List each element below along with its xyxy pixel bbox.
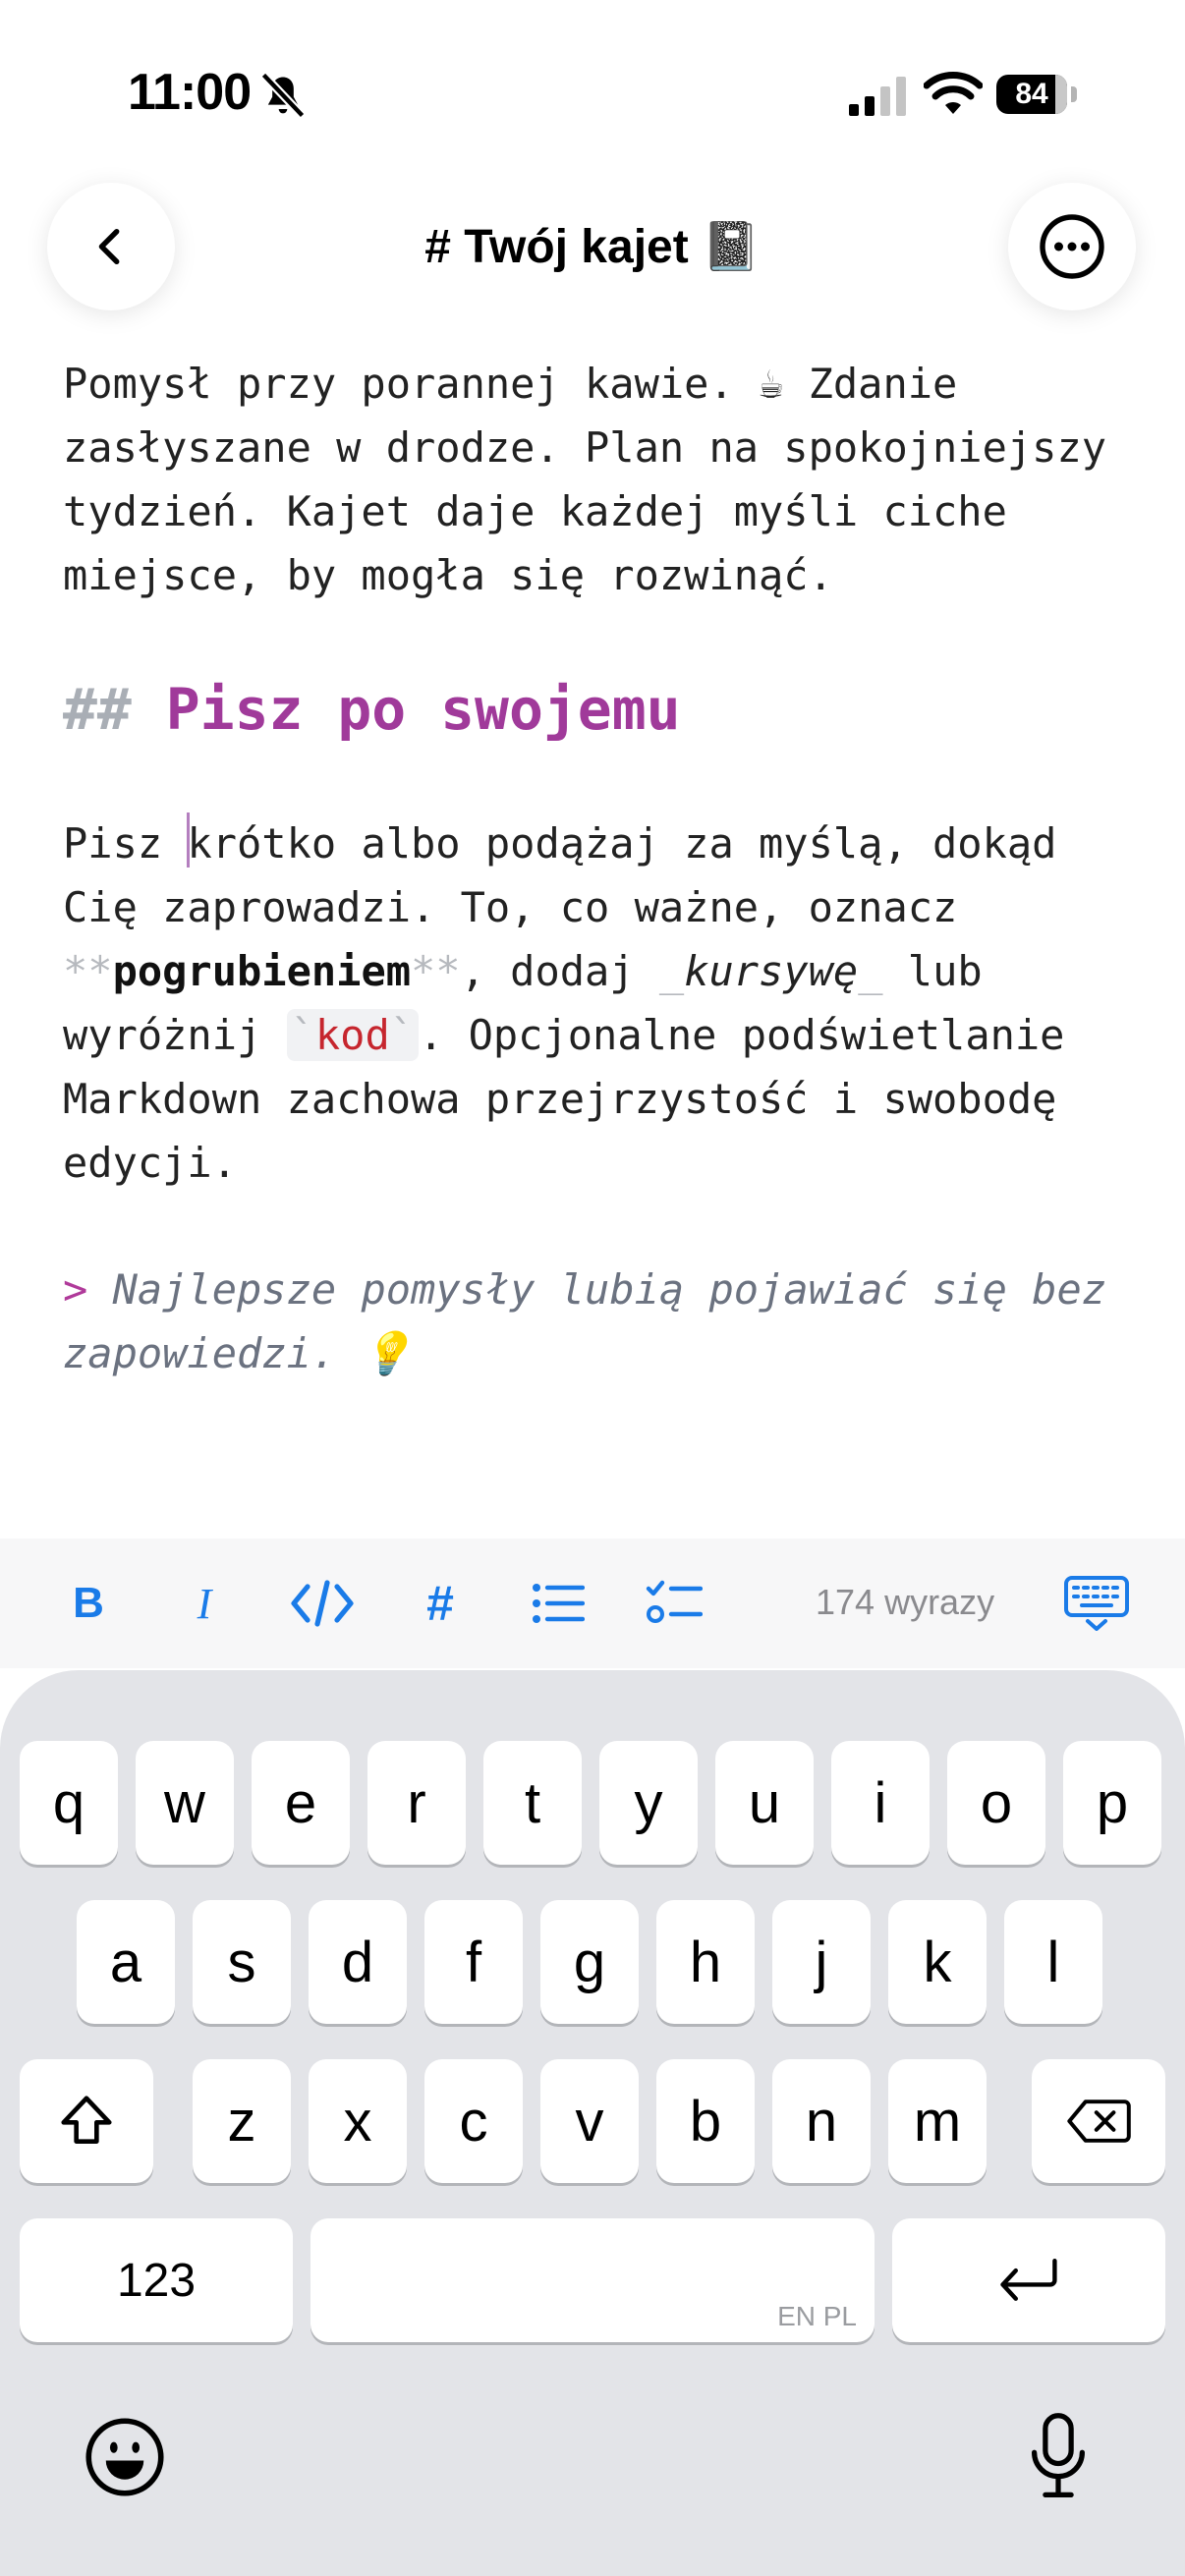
bold-marker-close: ** <box>411 947 461 995</box>
keyboard-languages: EN PL <box>777 2301 857 2331</box>
bold-text: **pogrubieniem** <box>63 947 461 995</box>
space-bar[interactable]: EN PL <box>310 2218 875 2342</box>
silent-bell-icon <box>260 72 306 119</box>
key-q[interactable]: q <box>20 1741 118 1865</box>
key-o[interactable]: o <box>947 1741 1045 1865</box>
key-e[interactable]: e <box>252 1741 350 1865</box>
bold-word: pogrubieniem <box>112 947 412 995</box>
wifi-icon <box>924 72 983 114</box>
key-b[interactable]: b <box>656 2059 755 2183</box>
key-w[interactable]: w <box>136 1741 234 1865</box>
heading-label: # <box>426 1576 454 1631</box>
body-text-start: Pisz <box>63 819 188 868</box>
quote-marker: > <box>63 1265 88 1314</box>
key-p[interactable]: p <box>1063 1741 1161 1865</box>
bullet-list-button[interactable] <box>523 1568 593 1639</box>
shift-key[interactable] <box>20 2059 153 2183</box>
return-icon <box>1000 2259 1057 2301</box>
code-tick-open: ` <box>290 1011 315 1059</box>
key-n[interactable]: n <box>772 2059 871 2183</box>
battery-indicator: 84 <box>996 75 1077 114</box>
bullet-list-icon <box>533 1584 585 1623</box>
key-t[interactable]: t <box>483 1741 582 1865</box>
italic-text: _kursywę_ <box>659 947 883 995</box>
body-paragraph: Pisz krótko albo podążaj za myślą, dokąd… <box>63 812 1134 1195</box>
return-key[interactable] <box>892 2218 1165 2342</box>
word-count: 174 wyrazy <box>816 1582 995 1622</box>
chevron-left-icon <box>98 228 120 265</box>
italic-label: I <box>197 1579 212 1628</box>
section-heading: ## Pisz po swojemu <box>63 670 1134 749</box>
ellipsis-circle-icon <box>1040 214 1104 279</box>
key-v[interactable]: v <box>540 2059 639 2183</box>
dictation-button[interactable] <box>1014 2409 1102 2503</box>
quote-text: Najlepsze pomysły lubią pojawiać się bez… <box>63 1265 1107 1377</box>
heading-marker: ## <box>63 676 132 743</box>
body-text-b: , dodaj <box>460 947 659 995</box>
microphone-icon <box>1032 2413 1085 2497</box>
key-f[interactable]: f <box>424 1900 523 2024</box>
italic-word: kursywę <box>684 947 859 995</box>
backspace-icon <box>1067 2100 1131 2143</box>
italic-marker-open: _ <box>658 947 685 995</box>
status-bar: 11:00 84 <box>0 0 1185 187</box>
more-options-button[interactable] <box>1008 183 1136 310</box>
key-x[interactable]: x <box>309 2059 407 2183</box>
backspace-key[interactable] <box>1032 2059 1165 2183</box>
heading-text: Pisz po swojemu <box>165 676 681 743</box>
bold-button[interactable]: B <box>53 1568 124 1639</box>
key-k[interactable]: k <box>888 1900 987 2024</box>
key-c[interactable]: c <box>424 2059 523 2183</box>
heading-button[interactable]: # <box>405 1568 476 1639</box>
page-title: # Twój kajet 📓 <box>424 221 761 273</box>
key-u[interactable]: u <box>715 1741 814 1865</box>
checklist-button[interactable] <box>639 1568 709 1639</box>
emoji-icon <box>85 2418 164 2496</box>
key-j[interactable]: j <box>772 1900 871 2024</box>
key-s[interactable]: s <box>193 1900 291 2024</box>
key-i[interactable]: i <box>831 1741 930 1865</box>
key-a[interactable]: a <box>77 1900 175 2024</box>
checklist-icon <box>646 1580 703 1623</box>
italic-button[interactable]: I <box>169 1568 240 1639</box>
intro-paragraph: Pomysł przy porannej kawie. ☕ Zdanie zas… <box>63 360 1107 599</box>
shift-icon <box>61 2096 112 2144</box>
onscreen-keyboard: qwertyuiop asdfghjkl zxcvbnm 123 EN PL <box>0 1670 1185 2576</box>
key-l[interactable]: l <box>1004 1900 1102 2024</box>
cellular-signal-icon <box>849 77 906 116</box>
back-button[interactable] <box>47 183 175 310</box>
bold-marker-open: ** <box>63 947 113 995</box>
status-time: 11:00 <box>128 64 252 121</box>
code-tick-close: ` <box>389 1011 416 1059</box>
key-y[interactable]: y <box>599 1741 698 1865</box>
key-g[interactable]: g <box>540 1900 639 2024</box>
keyboard-dismiss-icon <box>1064 1576 1129 1631</box>
code-icon <box>291 1580 354 1627</box>
inline-code: `kod` <box>286 1009 420 1061</box>
key-r[interactable]: r <box>367 1741 466 1865</box>
key-d[interactable]: d <box>309 1900 407 2024</box>
numbers-key[interactable]: 123 <box>20 2218 293 2342</box>
bold-label: B <box>73 1579 104 1627</box>
blockquote: > Najlepsze pomysły lubią pojawiać się b… <box>63 1258 1134 1385</box>
code-button[interactable] <box>287 1568 358 1639</box>
hide-keyboard-button[interactable] <box>1061 1568 1132 1639</box>
italic-marker-close: _ <box>858 947 883 995</box>
key-z[interactable]: z <box>193 2059 291 2183</box>
battery-percent: 84 <box>1015 78 1048 110</box>
code-word: kod <box>314 1011 390 1059</box>
formatting-toolbar: B I # 174 wyrazy <box>0 1539 1185 1668</box>
markdown-editor[interactable]: Pomysł przy porannej kawie. ☕ Zdanie zas… <box>63 352 1134 1385</box>
body-text-a: krótko albo podążaj za myślą, dokąd Cię … <box>63 819 1057 931</box>
key-h[interactable]: h <box>656 1900 755 2024</box>
key-m[interactable]: m <box>888 2059 987 2183</box>
emoji-button[interactable] <box>81 2413 169 2501</box>
